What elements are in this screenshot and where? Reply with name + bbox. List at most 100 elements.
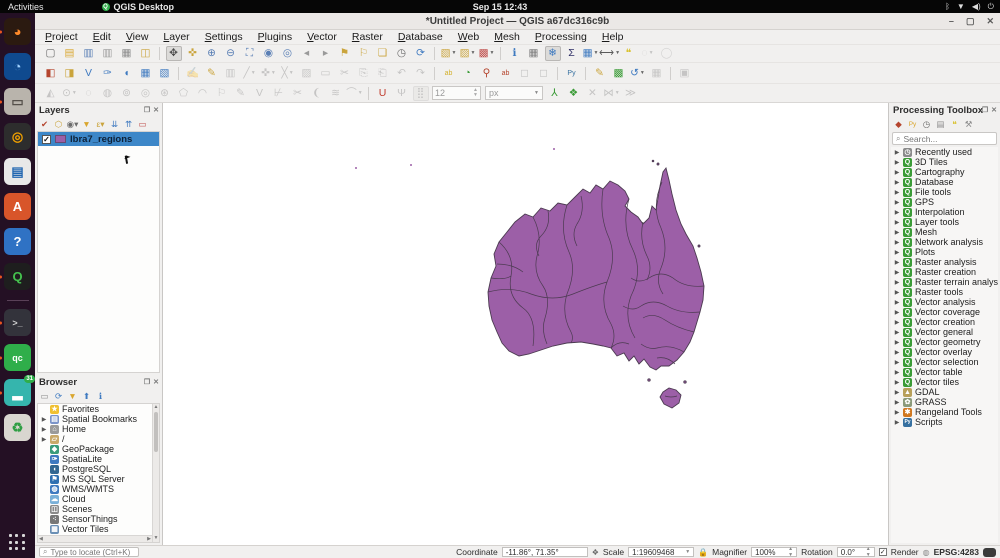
filter-browser[interactable]: ▼ (66, 390, 79, 402)
processing-group-mesh[interactable]: ▶QMesh (891, 227, 998, 237)
processing-group-vector-tiles[interactable]: ▶QVector tiles (891, 377, 998, 387)
layer-diagram-options[interactable]: ◔ (460, 66, 476, 81)
processing-group-gdal[interactable]: ▶▲GDAL (891, 387, 998, 397)
dock-app-firefox[interactable]: ◕ (4, 18, 31, 45)
dock-app-files[interactable]: ▭ (4, 88, 31, 115)
deselect-features[interactable]: ▩▼ (479, 46, 495, 61)
new-project[interactable]: ▢ (43, 46, 59, 61)
temporal-controller[interactable]: ◷ (394, 46, 410, 61)
chevron-right-icon[interactable]: ▶ (894, 209, 900, 216)
measure[interactable]: ⟷▼ (602, 46, 618, 61)
coordinate-field[interactable]: -11.86°, 71.35° (502, 547, 588, 557)
toggle-editing[interactable]: ✎ (204, 66, 220, 81)
browser-item-sensorthings[interactable]: ⁖SensorThings (38, 514, 152, 524)
chevron-right-icon[interactable]: ▶ (894, 169, 900, 176)
layers-close-icon[interactable]: ✕ (153, 106, 159, 114)
collapse-all[interactable]: ⇈ (122, 118, 135, 130)
chevron-right-icon[interactable]: ▶ (894, 289, 900, 296)
refresh-browser[interactable]: ⟳ (52, 390, 65, 402)
menu-layer[interactable]: Layer (163, 31, 189, 43)
zoom-to-layer[interactable]: ◎ (280, 46, 296, 61)
processing-close-icon[interactable]: ✕ (991, 106, 997, 114)
menu-database[interactable]: Database (398, 31, 443, 43)
processing-group-raster-creation[interactable]: ▶QRaster creation (891, 267, 998, 277)
chevron-right-icon[interactable]: ▶ (894, 219, 900, 226)
show-style-manager[interactable]: ◫ (138, 46, 154, 61)
chevron-right-icon[interactable]: ▶ (894, 179, 900, 186)
chevron-right-icon[interactable]: ▶ (894, 239, 900, 246)
filter-by-expression[interactable]: ε▾ (94, 118, 107, 130)
processing-group-scripts[interactable]: ▶PyScripts (891, 417, 998, 427)
network-icon[interactable]: ▼ (957, 2, 965, 12)
volume-icon[interactable]: ◀) (972, 2, 981, 12)
close-button[interactable]: ✕ (986, 16, 994, 27)
menu-view[interactable]: View (126, 31, 149, 43)
chevron-right-icon[interactable]: ▶ (894, 279, 900, 286)
dock-app-rhythmbox[interactable]: ◎ (4, 123, 31, 150)
processing-group-layer-tools[interactable]: ▶QLayer tools (891, 217, 998, 227)
browser-item--[interactable]: ▶▱/ (38, 434, 152, 444)
processing-group-plots[interactable]: ▶QPlots (891, 247, 998, 257)
window-titlebar[interactable]: *Untitled Project — QGIS a67dc316c9b – ▢… (35, 13, 1000, 30)
processing-group-3d-tiles[interactable]: ▶Q3D Tiles (891, 157, 998, 167)
toolbox-results-viewer[interactable]: ▤ (934, 118, 947, 130)
add-spatialite-layer[interactable]: ✑ (100, 66, 116, 81)
processing-group-vector-analysis[interactable]: ▶QVector analysis (891, 297, 998, 307)
chevron-right-icon[interactable]: ▶ (894, 409, 900, 416)
lock-scale-icon[interactable]: 🔒 (698, 548, 708, 557)
menu-raster[interactable]: Raster (352, 31, 383, 43)
zoom-to-selection[interactable]: ◉ (261, 46, 277, 61)
dock-app-thunderbird[interactable]: ◔ (4, 53, 31, 80)
browser-item-home[interactable]: ▶⌂Home (38, 424, 152, 434)
browser-float-icon[interactable]: ❐ (144, 378, 150, 386)
chevron-right-icon[interactable]: ▶ (894, 389, 900, 396)
menu-project[interactable]: Project (45, 31, 78, 43)
chevron-right-icon[interactable]: ▶ (894, 329, 900, 336)
processing-group-rangeland-tools[interactable]: ▶✱Rangeland Tools (891, 407, 998, 417)
avoid-overlap[interactable]: ❖ (565, 86, 581, 101)
menu-plugins[interactable]: Plugins (258, 31, 292, 43)
extents-icon[interactable]: ❖ (592, 548, 599, 557)
new-map-view[interactable]: ❏ (375, 46, 391, 61)
toolbox-options[interactable]: ⚒ (962, 118, 975, 130)
processing-group-vector-creation[interactable]: ▶QVector creation (891, 317, 998, 327)
python-console[interactable]: Py (564, 66, 580, 81)
pan-map[interactable]: ✥ (166, 46, 182, 61)
browser-horizontal-scrollbar[interactable]: ◀▶ (38, 535, 152, 542)
run-feature-action[interactable]: ▦ (526, 46, 542, 61)
dock-app-qgis-changelog[interactable]: qc (4, 344, 31, 371)
activities-button[interactable]: Activities (8, 2, 44, 12)
locator-box[interactable]: ⌕ (39, 547, 139, 557)
show-applications-button[interactable] (9, 534, 27, 552)
dock-app-terminal[interactable]: >_ (4, 309, 31, 336)
chevron-right-icon[interactable]: ▶ (894, 309, 900, 316)
australia-ibra7-map[interactable] (453, 155, 753, 415)
new-print-layout[interactable]: ▦ (119, 46, 135, 61)
zoom-full-extent[interactable]: ⛶ (242, 46, 258, 61)
dock-app-trash[interactable]: ♻ (4, 414, 31, 441)
open-data-source-manager[interactable]: ◧ (43, 66, 59, 81)
chevron-right-icon[interactable]: ▶ (894, 299, 900, 306)
open-layer-styling[interactable]: ✔ (38, 118, 51, 130)
chevron-right-icon[interactable]: ▶ (894, 319, 900, 326)
processing-group-database[interactable]: ▶QDatabase (891, 177, 998, 187)
processing-group-vector-geometry[interactable]: ▶QVector geometry (891, 337, 998, 347)
render-checkbox[interactable]: ✓ (879, 548, 887, 556)
processing-group-interpolation[interactable]: ▶QInterpolation (891, 207, 998, 217)
pin-unpin-labels[interactable]: ⚲ (479, 66, 495, 81)
chevron-right-icon[interactable]: ▶ (894, 269, 900, 276)
menu-edit[interactable]: Edit (93, 31, 111, 43)
rotation-spinbox[interactable]: 0.0°▲▼ (837, 547, 875, 557)
layer-visibility-checkbox[interactable]: ✓ (42, 135, 51, 144)
clock[interactable]: Sep 15 12:43 (473, 2, 528, 12)
browser-item-wms-wmts[interactable]: ◍WMS/WMTS (38, 484, 152, 494)
browser-item-favorites[interactable]: ★Favorites (38, 404, 152, 414)
processing-group-vector-general[interactable]: ▶QVector general (891, 327, 998, 337)
chevron-right-icon[interactable]: ▶ (894, 249, 900, 256)
chevron-right-icon[interactable]: ▶ (894, 419, 900, 426)
browser-item-vector-tiles[interactable]: ▦Vector Tiles (38, 524, 152, 534)
dock-app-libreoffice-writer[interactable]: ▤ (4, 158, 31, 185)
chevron-right-icon[interactable]: ▶ (894, 349, 900, 356)
magnifier-spinbox[interactable]: 100%▲▼ (751, 547, 797, 557)
processing-group-raster-analysis[interactable]: ▶QRaster analysis (891, 257, 998, 267)
